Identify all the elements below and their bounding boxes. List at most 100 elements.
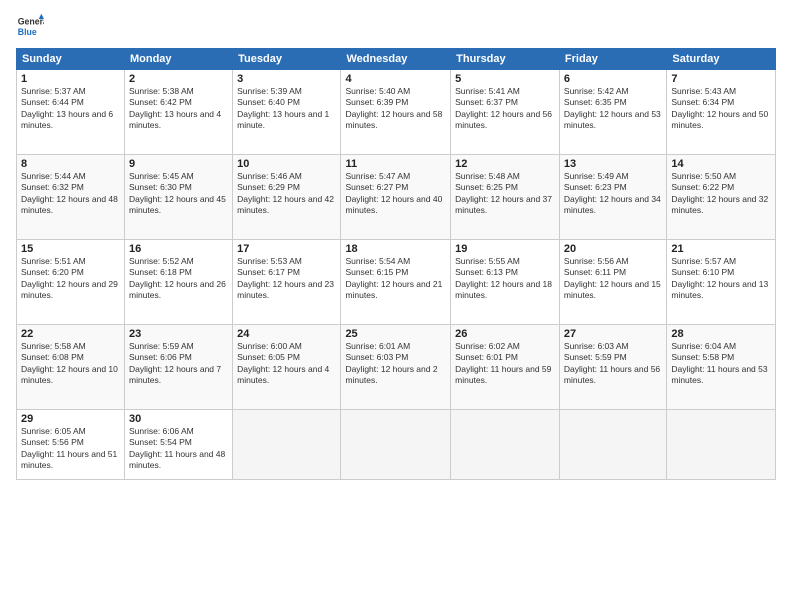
day-number: 12 (455, 158, 555, 170)
day-info: Sunrise: 5:50 AMSunset: 6:22 PMDaylight:… (671, 171, 771, 217)
day-number: 17 (237, 243, 336, 255)
table-row: 23 Sunrise: 5:59 AMSunset: 6:06 PMDaylig… (124, 325, 232, 410)
day-info: Sunrise: 5:45 AMSunset: 6:30 PMDaylight:… (129, 171, 228, 217)
table-row: 10 Sunrise: 5:46 AMSunset: 6:29 PMDaylig… (233, 155, 341, 240)
day-info: Sunrise: 6:05 AMSunset: 5:56 PMDaylight:… (21, 426, 120, 472)
table-row: 11 Sunrise: 5:47 AMSunset: 6:27 PMDaylig… (341, 155, 451, 240)
day-number: 11 (345, 158, 446, 170)
day-info: Sunrise: 5:48 AMSunset: 6:25 PMDaylight:… (455, 171, 555, 217)
day-info: Sunrise: 5:43 AMSunset: 6:34 PMDaylight:… (671, 86, 771, 132)
day-info: Sunrise: 5:41 AMSunset: 6:37 PMDaylight:… (455, 86, 555, 132)
table-row: 20 Sunrise: 5:56 AMSunset: 6:11 PMDaylig… (559, 240, 666, 325)
col-saturday: Saturday (667, 49, 776, 70)
day-info: Sunrise: 6:00 AMSunset: 6:05 PMDaylight:… (237, 341, 336, 387)
table-row: 17 Sunrise: 5:53 AMSunset: 6:17 PMDaylig… (233, 240, 341, 325)
calendar-table: Sunday Monday Tuesday Wednesday Thursday… (16, 48, 776, 480)
day-info: Sunrise: 5:53 AMSunset: 6:17 PMDaylight:… (237, 256, 336, 302)
day-number: 10 (237, 158, 336, 170)
table-row: 16 Sunrise: 5:52 AMSunset: 6:18 PMDaylig… (124, 240, 232, 325)
col-monday: Monday (124, 49, 232, 70)
day-info: Sunrise: 5:37 AMSunset: 6:44 PMDaylight:… (21, 86, 120, 132)
col-friday: Friday (559, 49, 666, 70)
day-number: 29 (21, 413, 120, 425)
calendar-week-row: 29 Sunrise: 6:05 AMSunset: 5:56 PMDaylig… (17, 410, 776, 480)
day-number: 16 (129, 243, 228, 255)
table-row: 9 Sunrise: 5:45 AMSunset: 6:30 PMDayligh… (124, 155, 232, 240)
table-row: 3 Sunrise: 5:39 AMSunset: 6:40 PMDayligh… (233, 70, 341, 155)
day-number: 14 (671, 158, 771, 170)
day-number: 5 (455, 73, 555, 85)
calendar-header-row: Sunday Monday Tuesday Wednesday Thursday… (17, 49, 776, 70)
day-info: Sunrise: 5:38 AMSunset: 6:42 PMDaylight:… (129, 86, 228, 132)
day-info: Sunrise: 5:54 AMSunset: 6:15 PMDaylight:… (345, 256, 446, 302)
col-tuesday: Tuesday (233, 49, 341, 70)
day-info: Sunrise: 5:44 AMSunset: 6:32 PMDaylight:… (21, 171, 120, 217)
table-row: 5 Sunrise: 5:41 AMSunset: 6:37 PMDayligh… (451, 70, 560, 155)
day-number: 22 (21, 328, 120, 340)
table-row: 25 Sunrise: 6:01 AMSunset: 6:03 PMDaylig… (341, 325, 451, 410)
day-number: 24 (237, 328, 336, 340)
day-number: 1 (21, 73, 120, 85)
day-number: 23 (129, 328, 228, 340)
col-sunday: Sunday (17, 49, 125, 70)
day-info: Sunrise: 5:51 AMSunset: 6:20 PMDaylight:… (21, 256, 120, 302)
day-number: 4 (345, 73, 446, 85)
table-row (451, 410, 560, 480)
day-number: 7 (671, 73, 771, 85)
day-number: 26 (455, 328, 555, 340)
calendar-week-row: 1 Sunrise: 5:37 AMSunset: 6:44 PMDayligh… (17, 70, 776, 155)
table-row: 30 Sunrise: 6:06 AMSunset: 5:54 PMDaylig… (124, 410, 232, 480)
day-info: Sunrise: 6:06 AMSunset: 5:54 PMDaylight:… (129, 426, 228, 472)
day-info: Sunrise: 6:01 AMSunset: 6:03 PMDaylight:… (345, 341, 446, 387)
table-row: 6 Sunrise: 5:42 AMSunset: 6:35 PMDayligh… (559, 70, 666, 155)
table-row: 13 Sunrise: 5:49 AMSunset: 6:23 PMDaylig… (559, 155, 666, 240)
day-number: 18 (345, 243, 446, 255)
table-row: 26 Sunrise: 6:02 AMSunset: 6:01 PMDaylig… (451, 325, 560, 410)
table-row: 2 Sunrise: 5:38 AMSunset: 6:42 PMDayligh… (124, 70, 232, 155)
table-row: 27 Sunrise: 6:03 AMSunset: 5:59 PMDaylig… (559, 325, 666, 410)
day-info: Sunrise: 5:56 AMSunset: 6:11 PMDaylight:… (564, 256, 662, 302)
day-number: 25 (345, 328, 446, 340)
day-info: Sunrise: 6:02 AMSunset: 6:01 PMDaylight:… (455, 341, 555, 387)
day-number: 27 (564, 328, 662, 340)
day-info: Sunrise: 5:39 AMSunset: 6:40 PMDaylight:… (237, 86, 336, 132)
table-row (233, 410, 341, 480)
table-row (667, 410, 776, 480)
day-number: 28 (671, 328, 771, 340)
table-row: 24 Sunrise: 6:00 AMSunset: 6:05 PMDaylig… (233, 325, 341, 410)
svg-text:Blue: Blue (18, 27, 37, 37)
day-number: 15 (21, 243, 120, 255)
day-info: Sunrise: 6:04 AMSunset: 5:58 PMDaylight:… (671, 341, 771, 387)
day-number: 9 (129, 158, 228, 170)
table-row: 18 Sunrise: 5:54 AMSunset: 6:15 PMDaylig… (341, 240, 451, 325)
day-info: Sunrise: 5:47 AMSunset: 6:27 PMDaylight:… (345, 171, 446, 217)
day-number: 13 (564, 158, 662, 170)
day-number: 21 (671, 243, 771, 255)
table-row: 29 Sunrise: 6:05 AMSunset: 5:56 PMDaylig… (17, 410, 125, 480)
day-number: 6 (564, 73, 662, 85)
table-row: 12 Sunrise: 5:48 AMSunset: 6:25 PMDaylig… (451, 155, 560, 240)
logo: General Blue (16, 12, 44, 40)
col-wednesday: Wednesday (341, 49, 451, 70)
calendar-week-row: 8 Sunrise: 5:44 AMSunset: 6:32 PMDayligh… (17, 155, 776, 240)
table-row: 4 Sunrise: 5:40 AMSunset: 6:39 PMDayligh… (341, 70, 451, 155)
table-row: 8 Sunrise: 5:44 AMSunset: 6:32 PMDayligh… (17, 155, 125, 240)
day-number: 20 (564, 243, 662, 255)
day-info: Sunrise: 5:58 AMSunset: 6:08 PMDaylight:… (21, 341, 120, 387)
table-row: 28 Sunrise: 6:04 AMSunset: 5:58 PMDaylig… (667, 325, 776, 410)
table-row (559, 410, 666, 480)
day-info: Sunrise: 5:49 AMSunset: 6:23 PMDaylight:… (564, 171, 662, 217)
table-row: 1 Sunrise: 5:37 AMSunset: 6:44 PMDayligh… (17, 70, 125, 155)
day-info: Sunrise: 5:40 AMSunset: 6:39 PMDaylight:… (345, 86, 446, 132)
day-info: Sunrise: 5:57 AMSunset: 6:10 PMDaylight:… (671, 256, 771, 302)
day-info: Sunrise: 6:03 AMSunset: 5:59 PMDaylight:… (564, 341, 662, 387)
table-row: 7 Sunrise: 5:43 AMSunset: 6:34 PMDayligh… (667, 70, 776, 155)
day-info: Sunrise: 5:46 AMSunset: 6:29 PMDaylight:… (237, 171, 336, 217)
table-row: 21 Sunrise: 5:57 AMSunset: 6:10 PMDaylig… (667, 240, 776, 325)
calendar-week-row: 22 Sunrise: 5:58 AMSunset: 6:08 PMDaylig… (17, 325, 776, 410)
day-number: 2 (129, 73, 228, 85)
day-info: Sunrise: 5:59 AMSunset: 6:06 PMDaylight:… (129, 341, 228, 387)
day-info: Sunrise: 5:42 AMSunset: 6:35 PMDaylight:… (564, 86, 662, 132)
day-info: Sunrise: 5:52 AMSunset: 6:18 PMDaylight:… (129, 256, 228, 302)
table-row: 14 Sunrise: 5:50 AMSunset: 6:22 PMDaylig… (667, 155, 776, 240)
